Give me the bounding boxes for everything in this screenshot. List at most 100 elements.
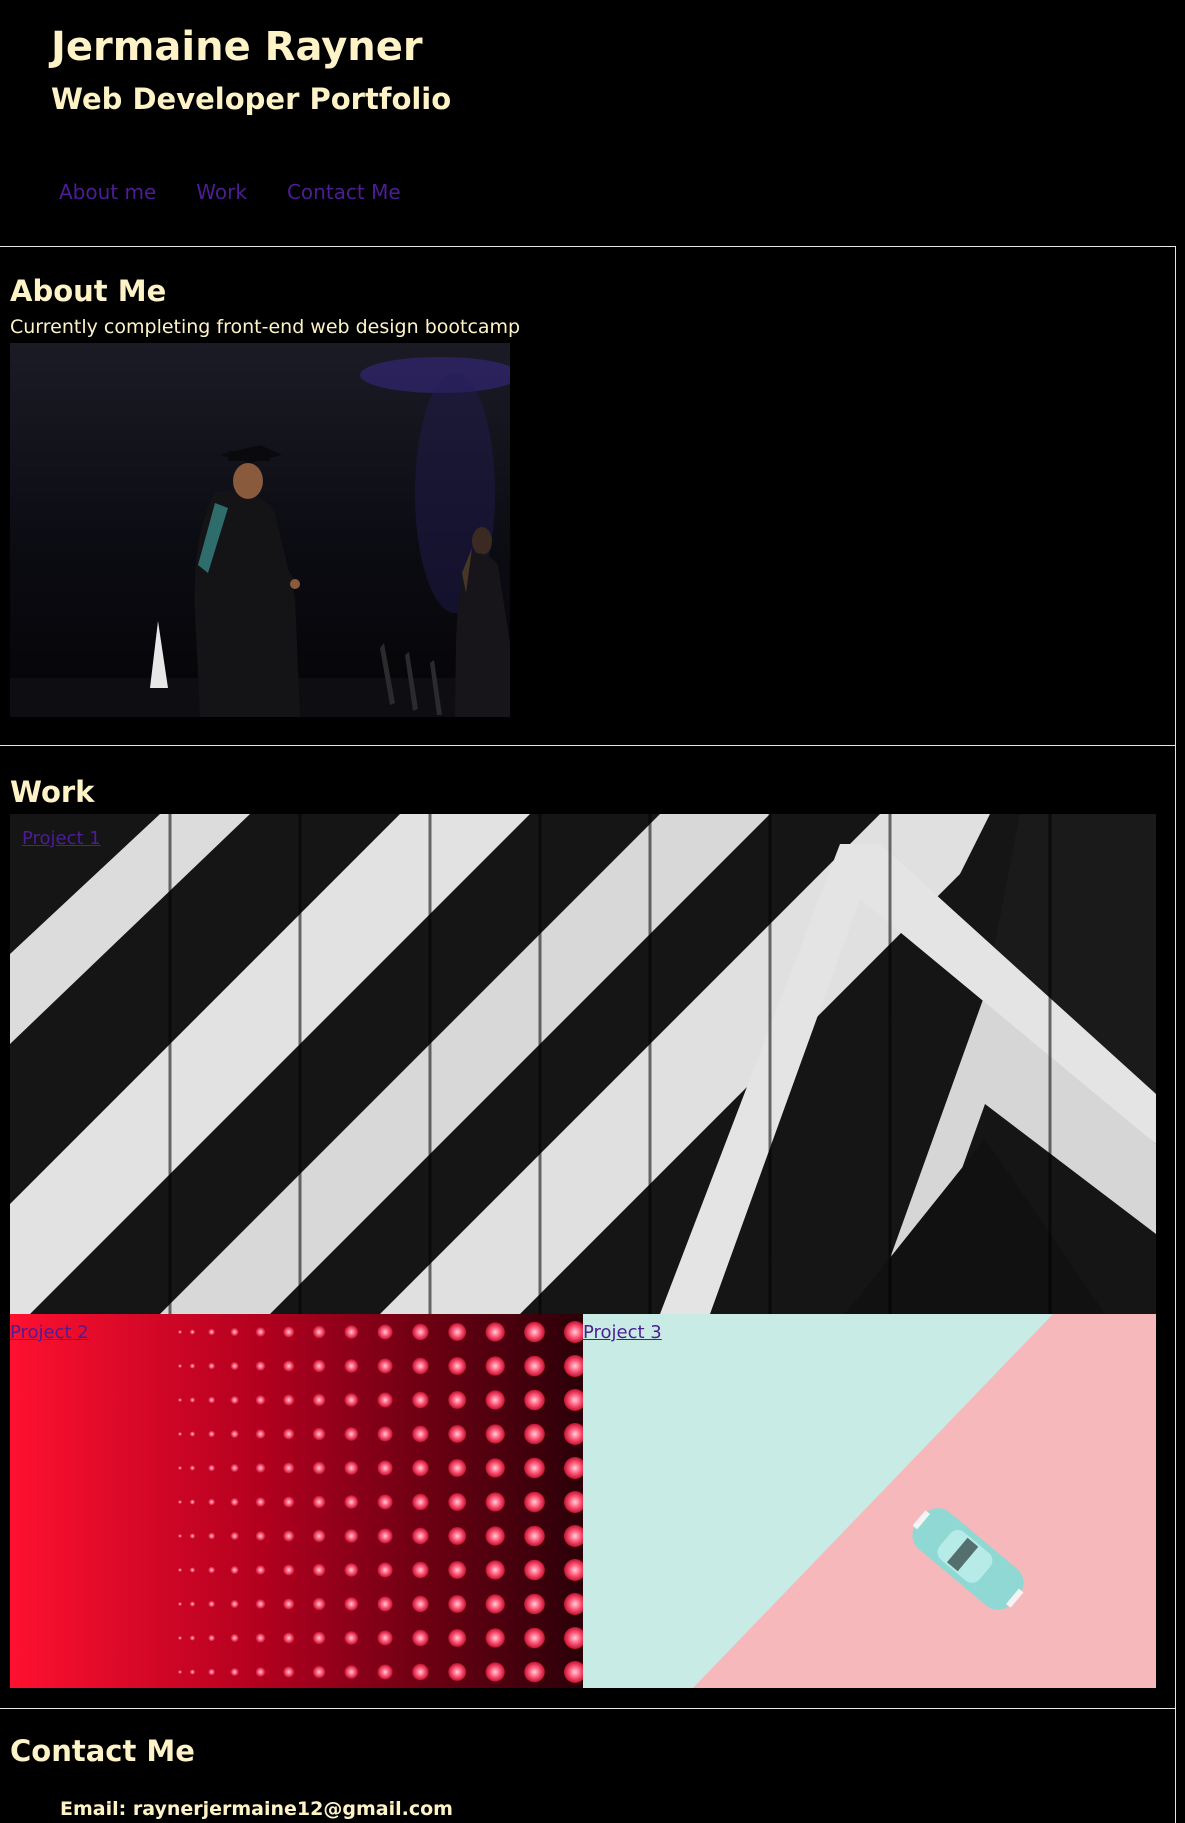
led-dot xyxy=(344,1665,359,1679)
led-dot xyxy=(524,1355,545,1377)
led-dot xyxy=(208,1668,216,1676)
nav-link-about[interactable]: About me xyxy=(59,178,156,206)
led-dot xyxy=(412,1561,429,1579)
nav-link-work[interactable]: Work xyxy=(196,178,247,206)
led-dot xyxy=(448,1357,467,1375)
led-dot xyxy=(178,1602,182,1606)
led-dot xyxy=(283,1530,295,1542)
led-dot xyxy=(230,1667,239,1677)
main-nav: About me Work Contact Me xyxy=(59,178,441,206)
led-dot xyxy=(524,1661,545,1683)
led-dot xyxy=(312,1393,326,1407)
led-dot xyxy=(412,1629,429,1647)
led-dot xyxy=(208,1430,216,1438)
project-card-3[interactable]: Project 3 xyxy=(583,1314,1156,1688)
led-dot xyxy=(412,1459,429,1477)
led-dot xyxy=(344,1393,359,1407)
led-dot xyxy=(377,1630,393,1646)
led-dot xyxy=(524,1389,545,1411)
project-link-2[interactable]: Project 2 xyxy=(10,1322,89,1344)
led-dot xyxy=(255,1599,266,1609)
led-dot xyxy=(255,1667,266,1677)
led-dot xyxy=(178,1330,182,1334)
project-card-1[interactable]: Project 1 xyxy=(10,814,1156,1314)
led-dot xyxy=(524,1457,545,1479)
led-dot xyxy=(344,1529,359,1543)
led-dot xyxy=(344,1359,359,1373)
led-dot xyxy=(283,1428,295,1440)
led-dot xyxy=(344,1427,359,1441)
led-dot xyxy=(230,1531,239,1541)
led-dot xyxy=(230,1463,239,1473)
project-link-3[interactable]: Project 3 xyxy=(583,1322,662,1344)
led-dot xyxy=(524,1525,545,1547)
led-dot xyxy=(283,1462,295,1474)
led-dot xyxy=(524,1627,545,1649)
led-dot xyxy=(283,1394,295,1406)
led-dot xyxy=(448,1561,467,1579)
led-dot xyxy=(448,1459,467,1477)
graduation-photo xyxy=(10,343,510,717)
led-dot xyxy=(230,1565,239,1575)
led-dot xyxy=(524,1491,545,1513)
led-dot xyxy=(485,1458,505,1478)
nav-link-contact[interactable]: Contact Me xyxy=(287,178,401,206)
project-link-1[interactable]: Project 1 xyxy=(22,828,101,850)
led-dot xyxy=(485,1492,505,1512)
site-header: Jermaine Rayner Web Developer Portfolio … xyxy=(0,0,1185,246)
led-dot xyxy=(189,1397,196,1403)
led-dot xyxy=(283,1666,295,1678)
led-dot xyxy=(208,1600,216,1608)
site-name: Jermaine Rayner xyxy=(51,24,423,70)
led-dot xyxy=(312,1529,326,1543)
led-dot xyxy=(344,1597,359,1611)
led-dot xyxy=(524,1593,545,1615)
contact-heading: Contact Me xyxy=(10,1734,195,1768)
led-dot xyxy=(412,1357,429,1375)
led-dot xyxy=(189,1465,196,1471)
led-dot xyxy=(189,1533,196,1539)
led-dot xyxy=(230,1395,239,1405)
led-dot xyxy=(208,1328,216,1336)
project-card-2[interactable]: Project 2 xyxy=(10,1314,583,1688)
led-dot xyxy=(208,1532,216,1540)
led-dot xyxy=(189,1567,196,1573)
led-dot xyxy=(377,1494,393,1510)
about-text: Currently completing front-end web desig… xyxy=(10,316,521,338)
led-dot xyxy=(255,1463,266,1473)
led-lights-image xyxy=(10,1314,583,1688)
led-dot xyxy=(178,1568,182,1572)
led-dot xyxy=(283,1326,295,1338)
led-dot xyxy=(312,1563,326,1577)
led-dot xyxy=(255,1327,266,1337)
led-dot xyxy=(283,1360,295,1372)
led-dot xyxy=(377,1664,393,1680)
led-dot xyxy=(189,1669,196,1675)
led-dot xyxy=(230,1633,239,1643)
led-dot xyxy=(412,1527,429,1545)
led-dot xyxy=(312,1631,326,1645)
led-dot xyxy=(208,1634,216,1642)
led-dot xyxy=(255,1361,266,1371)
led-dot xyxy=(412,1425,429,1443)
led-dot xyxy=(412,1663,429,1681)
led-dot xyxy=(189,1329,196,1335)
led-dot xyxy=(448,1629,467,1647)
led-dot xyxy=(189,1499,196,1505)
led-dot xyxy=(485,1560,505,1580)
led-dot xyxy=(448,1493,467,1511)
led-dot xyxy=(448,1391,467,1409)
led-dot xyxy=(377,1562,393,1578)
led-dot xyxy=(312,1495,326,1509)
about-heading: About Me xyxy=(10,274,167,308)
led-dot xyxy=(377,1358,393,1374)
led-dot xyxy=(189,1601,196,1607)
led-dot xyxy=(412,1493,429,1511)
led-dot xyxy=(377,1596,393,1612)
led-dot xyxy=(344,1461,359,1475)
led-dot xyxy=(230,1327,239,1337)
led-dot xyxy=(255,1565,266,1575)
led-dot xyxy=(230,1497,239,1507)
site-tagline: Web Developer Portfolio xyxy=(51,82,452,116)
led-dot xyxy=(485,1594,505,1614)
